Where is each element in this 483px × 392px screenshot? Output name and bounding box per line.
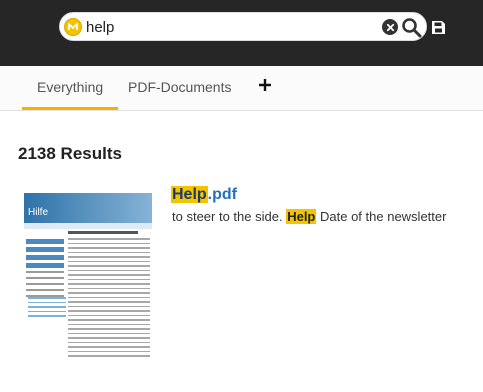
tab-pdf-documents[interactable]: PDF-Documents bbox=[113, 66, 246, 110]
title-highlight: Help bbox=[171, 186, 208, 203]
thumbnail-title: Hilfe bbox=[28, 207, 49, 218]
search-icon[interactable] bbox=[401, 17, 422, 38]
title-rest: .pdf bbox=[207, 186, 237, 203]
snippet-before: to steer to the side. bbox=[172, 209, 283, 224]
plus-icon[interactable] bbox=[258, 78, 272, 92]
tab-everything[interactable]: Everything bbox=[22, 66, 119, 110]
snippet-highlight: Help bbox=[286, 209, 317, 224]
result-snippet: to steer to the side. Help Date of the n… bbox=[172, 209, 446, 224]
logo-icon bbox=[64, 18, 82, 36]
search-input[interactable] bbox=[86, 16, 376, 38]
search-box bbox=[59, 12, 427, 41]
snippet-after: Date of the newsletter bbox=[320, 209, 447, 224]
result-thumbnail[interactable]: Hilfe bbox=[24, 193, 152, 359]
tab-bar: Everything PDF-Documents bbox=[0, 66, 483, 111]
clear-icon[interactable] bbox=[382, 19, 398, 35]
result-title-link[interactable]: Help.pdf bbox=[171, 186, 237, 204]
save-icon[interactable] bbox=[431, 20, 446, 35]
top-bar bbox=[0, 0, 483, 66]
results-count: 2138 Results bbox=[18, 144, 122, 163]
